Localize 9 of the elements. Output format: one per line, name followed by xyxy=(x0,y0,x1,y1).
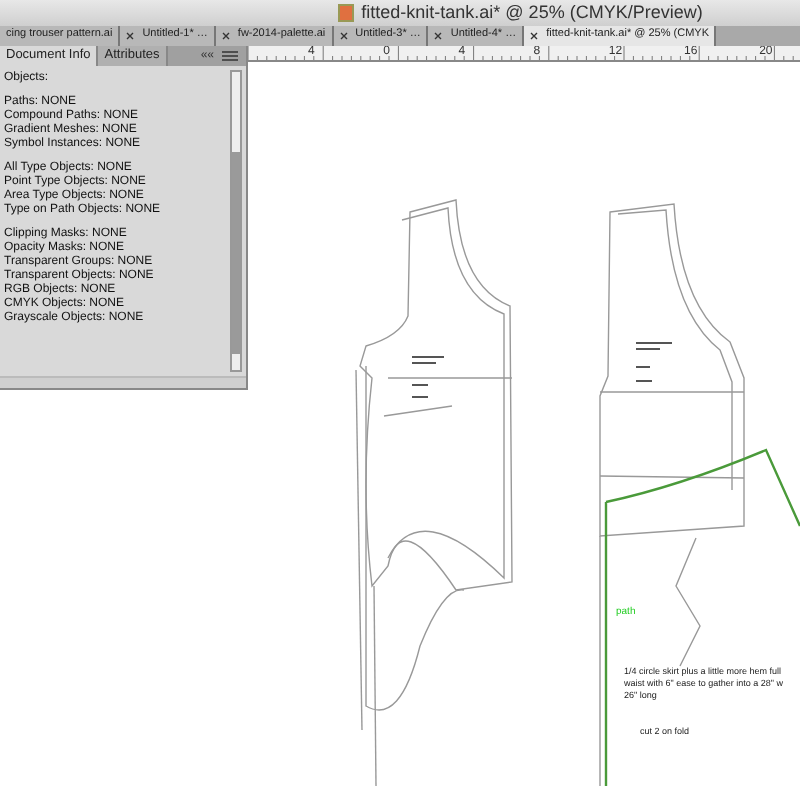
close-icon[interactable] xyxy=(434,32,443,40)
close-icon[interactable] xyxy=(530,32,539,40)
close-icon[interactable] xyxy=(221,32,230,40)
scrollbar[interactable] xyxy=(230,70,242,372)
menu-icon[interactable] xyxy=(222,50,238,62)
close-icon[interactable] xyxy=(126,32,135,40)
close-icon[interactable] xyxy=(339,32,348,40)
window-title: fitted-knit-tank.ai* @ 25% (CMYK/Preview) xyxy=(361,0,703,26)
document-icon xyxy=(337,4,354,22)
